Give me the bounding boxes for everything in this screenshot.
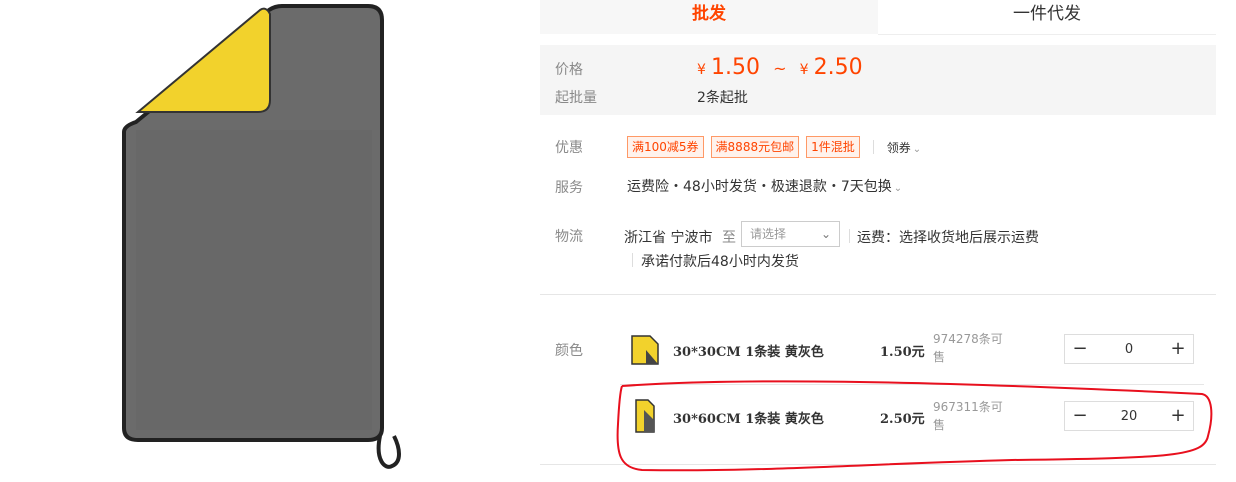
service-dropdown[interactable]: 运费险・48小时发货・极速退款・7天包换 ⌄ (627, 176, 902, 196)
price-range: ¥ 1.50 ~ ¥ 2.50 (697, 55, 863, 80)
destination-select[interactable]: 请选择 ⌄ (741, 221, 840, 247)
sku-stock: 967311条可售 (933, 400, 1003, 432)
chevron-down-icon: ⌄ (820, 227, 831, 241)
promo-label: 优惠 (555, 140, 583, 156)
quantity-stepper: − + (1064, 334, 1194, 364)
currency-symbol: ¥ (799, 62, 809, 78)
divider (632, 253, 633, 267)
sku-price: 2.50元 (880, 412, 925, 427)
increase-button[interactable]: + (1163, 402, 1193, 430)
moq-value: 2条起批 (697, 90, 748, 106)
quantity-input[interactable] (1095, 402, 1163, 430)
coupon-tag[interactable]: 满8888元包邮 (710, 136, 800, 158)
moq-label: 起批量 (555, 90, 597, 106)
divider (872, 140, 874, 154)
price-panel: 价格 ¥ 1.50 ~ ¥ 2.50 起批量 2条起批 (540, 45, 1216, 115)
destination-placeholder: 请选择 (750, 227, 787, 241)
towel-loop (376, 435, 401, 469)
sku-name: 30*60CM 1条装 黄灰色 (673, 412, 824, 427)
chevron-down-icon: ⌄ (912, 143, 922, 155)
coupon-tag[interactable]: 满100减5券 (627, 136, 704, 158)
sku-divider (620, 384, 1204, 385)
quantity-stepper: − + (1064, 401, 1194, 431)
quantity-input[interactable] (1095, 335, 1163, 363)
color-label: 颜色 (555, 343, 583, 359)
tab-dropship[interactable]: 一件代发 (878, 0, 1216, 35)
product-image (122, 3, 401, 469)
divider (849, 229, 850, 243)
towel-texture (136, 130, 372, 430)
sku-thumbnail[interactable] (628, 330, 662, 368)
increase-button[interactable]: + (1163, 335, 1193, 363)
ship-to-label: 至 (722, 230, 736, 246)
sku-name: 30*30CM 1条装 黄灰色 (673, 345, 824, 360)
sku-row: 30*60CM 1条装 黄灰色 2.50元 967311条可售 − + (620, 396, 1216, 456)
price-min: 1.50 (711, 55, 760, 80)
section-divider (540, 464, 1216, 465)
logistics-label: 物流 (555, 229, 583, 245)
service-label: 服务 (555, 180, 583, 196)
price-tilde: ~ (773, 59, 787, 78)
ship-promise: 承诺付款后48小时内发货 (641, 254, 799, 270)
service-text: 运费险・48小时发货・极速退款・7天包换 (627, 179, 892, 195)
purchase-mode-tabs: 批发 一件代发 (540, 0, 1216, 35)
towel-yellow-fold (135, 7, 271, 113)
sku-thumbnail[interactable] (628, 396, 662, 434)
sku-row: 30*30CM 1条装 黄灰色 1.50元 974278条可售 − + (620, 330, 1216, 390)
price-label: 价格 (555, 62, 583, 78)
decrease-button[interactable]: − (1065, 402, 1095, 430)
coupon-list: 满100减5券 满8888元包邮 1件混批 领券 ⌄ (627, 136, 921, 158)
currency-symbol: ¥ (697, 62, 706, 78)
sku-stock: 974278条可售 (933, 332, 1003, 364)
coupon-tag[interactable]: 1件混批 (806, 136, 860, 158)
get-coupon-link[interactable]: 领券 ⌄ (887, 139, 921, 156)
price-max: 2.50 (813, 55, 863, 80)
get-coupon-label: 领券 (886, 140, 911, 155)
sku-price: 1.50元 (880, 345, 925, 360)
decrease-button[interactable]: − (1065, 335, 1095, 363)
tab-wholesale[interactable]: 批发 (540, 0, 878, 34)
ship-from: 浙江省 宁波市 (624, 230, 713, 246)
freight-info: 运费：选择收货地后展示运费 (857, 230, 1039, 246)
chevron-down-icon: ⌄ (893, 183, 903, 194)
section-divider (540, 294, 1216, 295)
